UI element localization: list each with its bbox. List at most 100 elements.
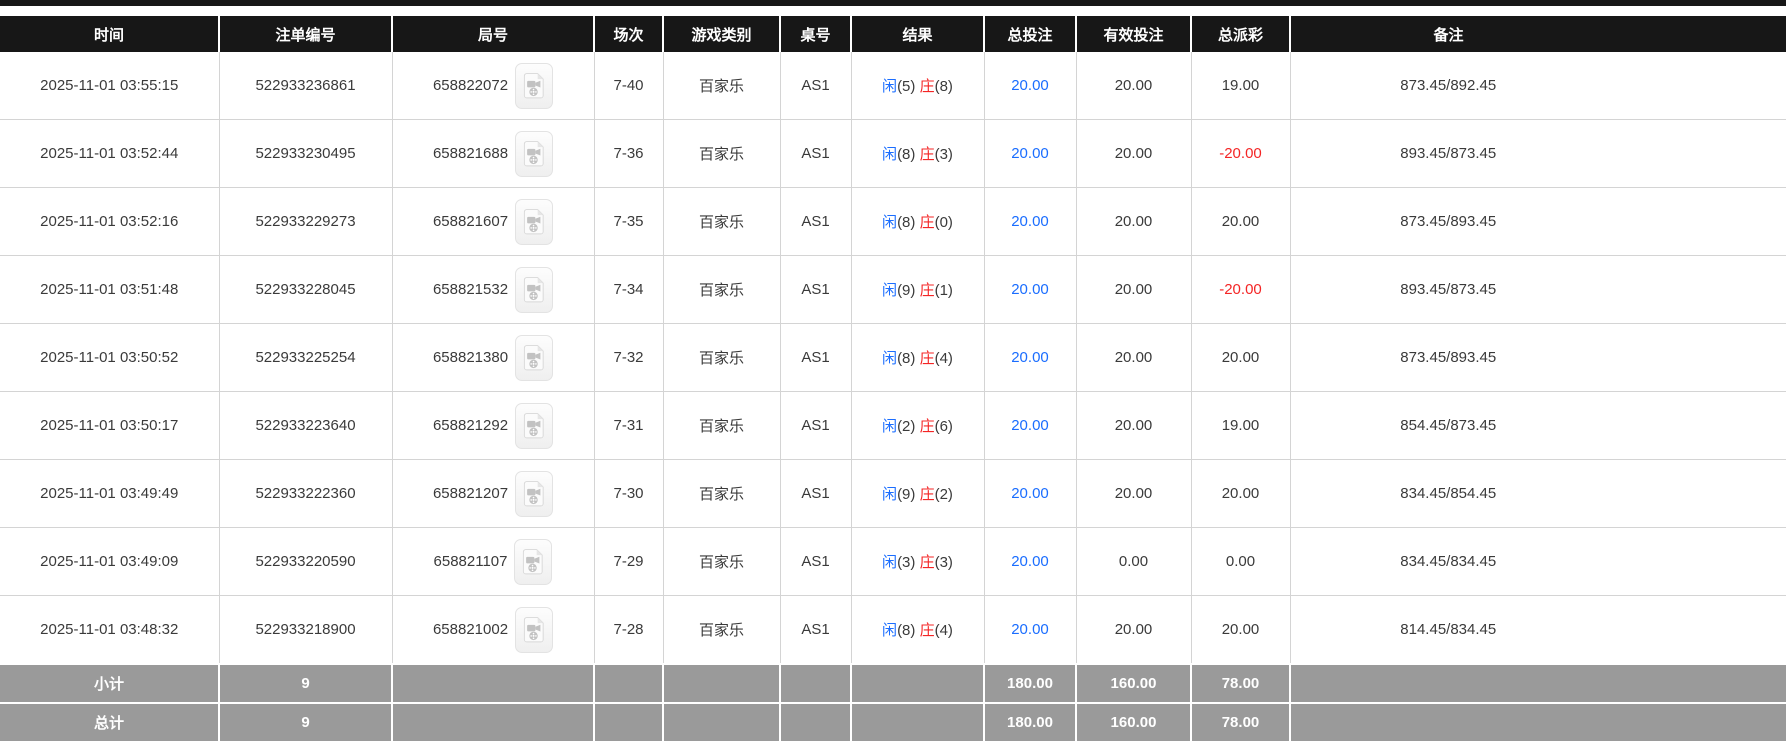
cell-round-number: 658821607: [391, 187, 595, 256]
cell-total-bet: 20.00: [983, 323, 1077, 392]
total-bet-link[interactable]: 20.00: [1011, 621, 1049, 638]
column-header-session: 场次: [593, 16, 663, 52]
summary-payout: 78.00: [1190, 663, 1291, 704]
video-replay-button[interactable]: [515, 334, 554, 381]
total-bet-link[interactable]: 20.00: [1011, 281, 1049, 298]
total-bet-link[interactable]: 20.00: [1011, 77, 1049, 94]
cell-total-bet: 20.00: [983, 255, 1077, 324]
cell-result: 闲(9) 庄(1): [850, 255, 985, 324]
video-replay-button[interactable]: [515, 198, 554, 245]
cell-game-type: 百家乐: [662, 119, 781, 188]
cell-time: 2025-11-01 03:52:16: [0, 187, 220, 256]
summary-empty-game: [662, 702, 781, 743]
cell-game-type: 百家乐: [662, 255, 781, 324]
result-player-points: (9): [897, 486, 916, 503]
table-row: 2025-11-01 03:49:09 522933220590 6588211…: [0, 527, 1786, 596]
result-player-label: 闲: [882, 486, 898, 503]
result-player-points: (8): [897, 622, 916, 639]
table-footer: 小计 9 180.00 160.00 78.00 总计 9 180.00 160…: [0, 663, 1786, 743]
cell-table-number: AS1: [779, 255, 852, 324]
cell-valid-bet: 20.00: [1075, 391, 1192, 460]
cell-round-number: 658821380: [391, 323, 595, 392]
summary-empty-result: [850, 702, 985, 743]
result-banker-points: (6): [934, 418, 953, 435]
cell-game-type: 百家乐: [662, 391, 781, 460]
cell-round-number: 658821207: [391, 459, 595, 528]
table-body: 2025-11-01 03:55:15 522933236861 6588220…: [0, 52, 1786, 665]
video-replay-icon: [523, 481, 544, 507]
result-player-label: 闲: [882, 78, 898, 95]
cell-round-number: 658821002: [391, 595, 595, 665]
cell-table-number: AS1: [779, 527, 852, 596]
column-header-result: 结果: [850, 16, 984, 52]
cell-total-bet: 20.00: [983, 187, 1077, 256]
cell-session: 7-34: [593, 255, 664, 324]
video-replay-button[interactable]: [515, 470, 554, 517]
total-bet-link[interactable]: 20.00: [1011, 417, 1049, 434]
total-bet-link[interactable]: 20.00: [1011, 213, 1049, 230]
video-replay-button[interactable]: [515, 130, 554, 177]
cell-table-number: AS1: [779, 391, 852, 460]
total-bet-link[interactable]: 20.00: [1011, 145, 1049, 162]
summary-empty-session: [593, 702, 664, 743]
cell-table-number: AS1: [779, 459, 852, 528]
cell-valid-bet: 20.00: [1075, 119, 1192, 188]
cell-session: 7-28: [593, 595, 664, 665]
table-header-row: 时间 注单编号 局号 场次 游戏类别 桌号 结果 总投注 有效投注 总派彩 备注: [0, 16, 1786, 52]
column-header-round_no: 局号: [391, 16, 594, 52]
summary-empty-table: [779, 663, 852, 704]
cell-table-number: AS1: [779, 52, 852, 120]
result-banker-label: 庄: [919, 282, 935, 299]
cell-total-bet: 20.00: [983, 391, 1077, 460]
summary-remark: [1289, 663, 1786, 704]
cell-bet-number: 522933229273: [218, 187, 393, 256]
summary-label: 总计: [0, 702, 220, 743]
cell-remark: 873.45/893.45: [1289, 187, 1786, 256]
summary-label: 小计: [0, 663, 220, 704]
result-banker-points: (2): [934, 486, 953, 503]
video-replay-button[interactable]: [514, 538, 553, 585]
cell-time: 2025-11-01 03:50:17: [0, 391, 220, 460]
column-header-total_bet: 总投注: [983, 16, 1076, 52]
cell-payout: 20.00: [1190, 595, 1291, 665]
round-number-text: 658821688: [432, 145, 509, 162]
total-bet-link[interactable]: 20.00: [1011, 485, 1049, 502]
cell-session: 7-29: [593, 527, 664, 596]
result-player-label: 闲: [882, 418, 898, 435]
total-bet-link[interactable]: 20.00: [1011, 553, 1049, 570]
cell-result: 闲(8) 庄(4): [850, 595, 985, 665]
result-banker-points: (8): [934, 78, 953, 95]
round-number-text: 658821107: [433, 553, 508, 570]
video-replay-icon: [523, 345, 544, 371]
cell-session: 7-31: [593, 391, 664, 460]
video-replay-icon: [523, 277, 544, 303]
result-banker-label: 庄: [919, 214, 935, 231]
cell-time: 2025-11-01 03:55:15: [0, 52, 220, 120]
video-replay-button[interactable]: [515, 402, 554, 449]
table-row: 2025-11-01 03:50:52 522933225254 6588213…: [0, 323, 1786, 392]
cell-bet-number: 522933228045: [218, 255, 393, 324]
table-row: 2025-11-01 03:52:16 522933229273 6588216…: [0, 187, 1786, 256]
cell-total-bet: 20.00: [983, 595, 1077, 665]
cell-valid-bet: 20.00: [1075, 323, 1192, 392]
video-replay-icon: [523, 73, 544, 99]
video-replay-button[interactable]: [515, 266, 554, 313]
summary-remark: [1289, 702, 1786, 743]
total-bet-link[interactable]: 20.00: [1011, 349, 1049, 366]
cell-round-number: 658821532: [391, 255, 595, 324]
column-header-game: 游戏类别: [662, 16, 780, 52]
column-header-time: 时间: [0, 16, 219, 52]
summary-row: 总计 9 180.00 160.00 78.00: [0, 702, 1786, 743]
cell-total-bet: 20.00: [983, 52, 1077, 120]
summary-total-bet: 180.00: [983, 702, 1077, 743]
video-replay-button[interactable]: [515, 62, 554, 109]
cell-remark: 834.45/854.45: [1289, 459, 1786, 528]
cell-game-type: 百家乐: [662, 527, 781, 596]
result-player-points: (8): [897, 214, 916, 231]
cell-time: 2025-11-01 03:51:48: [0, 255, 220, 324]
cell-game-type: 百家乐: [662, 595, 781, 665]
video-replay-button[interactable]: [515, 606, 554, 653]
round-number-text: 658821380: [432, 349, 509, 366]
round-number-text: 658821292: [432, 417, 509, 434]
cell-result: 闲(2) 庄(6): [850, 391, 985, 460]
